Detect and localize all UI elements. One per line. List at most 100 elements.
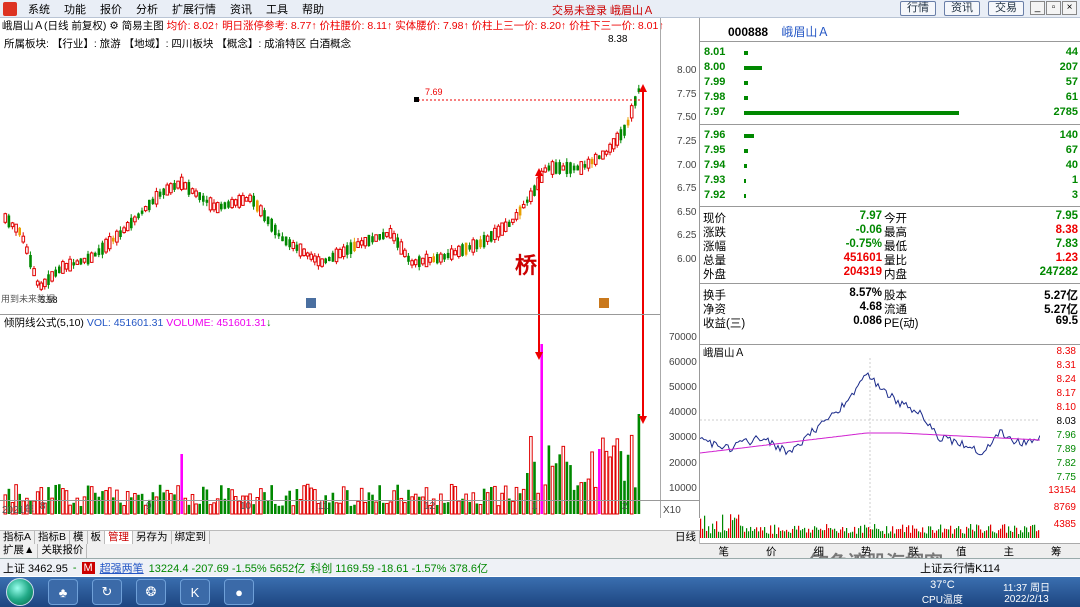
candle-body — [482, 235, 486, 248]
menu-function[interactable]: 功能 — [57, 1, 93, 17]
menu-ext-market[interactable]: 扩展行情 — [165, 1, 223, 17]
tab-related-quote[interactable]: 关联报价 — [38, 544, 88, 558]
vol-value: VOL: 451601.31 — [86, 317, 164, 329]
intraday-volume-bar — [908, 525, 910, 538]
market-button[interactable]: 行情 — [900, 1, 936, 16]
intraday-volume-bar — [764, 527, 766, 538]
sh-index[interactable]: 上证 3462.95 — [3, 560, 68, 576]
record-app-icon[interactable]: ● — [224, 579, 254, 605]
menu-news[interactable]: 资讯 — [223, 1, 259, 17]
tab-indicator-b[interactable]: 指标B — [35, 531, 71, 544]
candle-body — [58, 266, 61, 274]
intraday-volume-bar — [716, 521, 718, 538]
volume-formula-name[interactable]: 倾阴线公式(5,10) — [4, 317, 84, 329]
candle-body — [112, 237, 115, 242]
candle-body — [21, 235, 26, 243]
candle-body — [220, 203, 223, 210]
intraday-volume-bar — [986, 530, 988, 538]
candle-body — [162, 188, 165, 196]
candle-body — [176, 180, 180, 189]
menu-system[interactable]: 系统 — [21, 1, 57, 17]
candle-body — [511, 218, 515, 223]
intraday-volume-bar — [806, 532, 808, 538]
intraday-volume-bar — [936, 530, 938, 538]
menu-help[interactable]: 帮助 — [295, 1, 331, 17]
tab-manage[interactable]: 管理 — [105, 531, 134, 544]
game-app-icon[interactable]: ♣ — [48, 579, 78, 605]
candle-body — [514, 212, 519, 220]
brand-link[interactable]: 超强两笔 — [100, 560, 144, 576]
intraday-volume-bar — [990, 524, 992, 538]
tab-extend[interactable]: 扩展▲ — [0, 544, 39, 558]
tab-main[interactable]: 主 — [985, 544, 1033, 558]
intraday-volume-bar — [928, 526, 930, 538]
start-button-icon[interactable] — [6, 578, 34, 606]
candle-body — [194, 190, 198, 197]
news-button[interactable]: 资讯 — [944, 1, 980, 16]
price-tick: 6.25 — [677, 230, 697, 241]
candle-body — [190, 188, 195, 194]
tab-bind-to[interactable]: 绑定到 — [172, 531, 211, 544]
intraday-volume-bar — [868, 527, 870, 538]
stat-row: 涨幅 -0.75% 最低 7.83 — [703, 238, 1078, 253]
candle-body — [496, 225, 501, 238]
intraday-volume-bar — [970, 524, 972, 538]
volume-title-bar: 倾阴线公式(5,10) VOL: 451601.31 VOLUME: 45160… — [0, 314, 660, 329]
intraday-volume-bar — [852, 531, 854, 538]
candle-body — [148, 199, 151, 211]
intraday-volume-bar — [762, 530, 764, 538]
intraday-volume-bar — [788, 531, 790, 538]
tab-board[interactable]: 板 — [88, 531, 106, 544]
intraday-volume-bar — [702, 528, 704, 538]
intraday-volume-bar — [916, 528, 918, 538]
clock-date[interactable]: 2022/2/13 — [1003, 594, 1050, 605]
close-icon[interactable]: × — [1062, 1, 1077, 15]
intraday-volume-bar — [780, 530, 782, 538]
minimize-icon[interactable]: _ — [1030, 1, 1045, 15]
intraday-volume-bar — [748, 531, 750, 538]
refresh-app-icon[interactable]: ↻ — [92, 579, 122, 605]
intraday-volume-bar — [750, 526, 752, 538]
intraday-volume-bar — [892, 526, 894, 538]
tab-daily[interactable]: 日线 — [672, 531, 700, 544]
k-app-icon[interactable]: K — [180, 579, 210, 605]
bid-row: 7.93 1 — [704, 174, 1078, 186]
bid-row: 7.95 67 — [704, 144, 1078, 156]
intraday-volume-bar — [728, 528, 730, 538]
intraday-volume-bar — [884, 533, 886, 538]
tab-tick[interactable]: 笔 — [700, 544, 748, 558]
intraday-volume-bar — [722, 514, 724, 538]
clock-time[interactable]: 11:37 周日 — [1003, 579, 1050, 594]
candle-body — [493, 227, 497, 241]
candle-body — [223, 202, 227, 209]
candle-body — [64, 262, 69, 270]
candle-body — [392, 233, 396, 242]
tab-value[interactable]: 值 — [938, 544, 986, 558]
vol-tick: 70000 — [669, 332, 697, 343]
intraday-volume-bar — [812, 529, 814, 538]
tab-template[interactable]: 模 — [70, 531, 88, 544]
trade-button[interactable]: 交易 — [988, 1, 1024, 16]
candle-body — [205, 199, 209, 203]
intraday-volume-bar — [756, 527, 758, 538]
tab-price[interactable]: 价 — [748, 544, 796, 558]
marker-label: 7.69 — [425, 87, 443, 97]
candle-body — [7, 215, 11, 228]
tab-chips[interactable]: 筹 — [1033, 544, 1080, 558]
intraday-volume-bar — [712, 523, 714, 538]
menu-tools[interactable]: 工具 — [259, 1, 295, 17]
intraday-volume-bar — [746, 528, 748, 538]
tab-save-as[interactable]: 另存为 — [133, 531, 172, 544]
intraday-volume-bar — [896, 529, 898, 538]
restore-icon[interactable]: ▫ — [1046, 1, 1061, 15]
menu-analysis[interactable]: 分析 — [129, 1, 165, 17]
kc-index[interactable]: 科创 1169.59 -18.61 -1.57% 378.6亿 — [310, 560, 488, 576]
menu-quote[interactable]: 报价 — [93, 1, 129, 17]
intraday-volume-bar — [1008, 526, 1010, 538]
candle-body — [558, 162, 561, 174]
kline-chart-pane[interactable]: 峨眉山Ａ(日线 前复权) ⚙ 简易主图 均价: 8.02↑ 明日涨停参考: 8.… — [0, 18, 700, 518]
intraday-volume-bar — [960, 529, 962, 538]
tab-indicator-a[interactable]: 指标A — [0, 531, 36, 544]
cloud-app-icon[interactable]: ❂ — [136, 579, 166, 605]
sz-index[interactable]: 13224.4 -207.69 -1.55% 5652亿 — [149, 560, 306, 576]
